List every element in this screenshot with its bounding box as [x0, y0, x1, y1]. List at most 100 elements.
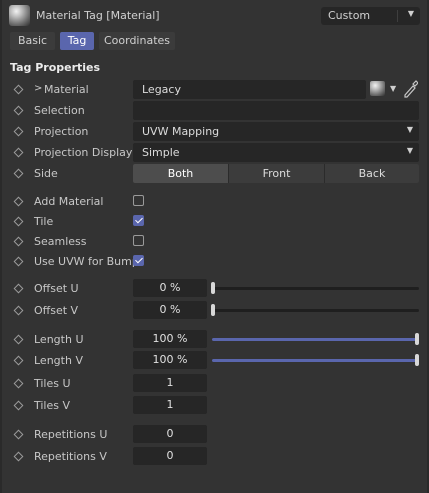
tiles-v-label: Tiles V	[34, 399, 71, 412]
mode-dropdown[interactable]: Custom ▼	[321, 7, 420, 25]
material-value: Legacy	[142, 83, 181, 96]
side-label: Side	[34, 167, 58, 180]
projection-display-dropdown[interactable]: Simple ▼	[133, 143, 419, 162]
tab-basic[interactable]: Basic	[10, 32, 55, 50]
length-v-slider-knob[interactable]	[415, 354, 419, 366]
keyframe-diamond-icon[interactable]	[13, 378, 24, 389]
chevron-down-icon: ▼	[406, 146, 413, 155]
panel-title: Material Tag [Material]	[36, 9, 160, 22]
keyframe-diamond-icon[interactable]	[13, 196, 24, 207]
offset-u-slider-track[interactable]	[212, 287, 419, 290]
tiles-u-label: Tiles U	[34, 377, 71, 390]
length-u-input[interactable]: 100 %	[133, 330, 207, 348]
mode-dropdown-value: Custom	[328, 9, 371, 22]
offset-v-slider-knob[interactable]	[211, 304, 215, 316]
keyframe-diamond-icon[interactable]	[13, 84, 24, 95]
keyframe-diamond-icon[interactable]	[13, 147, 24, 158]
length-u-row: Length U 100 %	[0, 330, 429, 350]
chevron-down-icon[interactable]: ▼	[390, 84, 396, 93]
side-segmented-control: Both Front Back	[133, 164, 419, 183]
length-u-slider-knob[interactable]	[415, 333, 419, 345]
tiles-u-input[interactable]: 1	[133, 374, 207, 392]
offset-u-slider-knob[interactable]	[211, 282, 215, 294]
chevron-down-icon: ▼	[406, 125, 413, 134]
tile-row: Tile	[0, 212, 429, 232]
slider-fill	[212, 338, 416, 341]
chevron-right-icon[interactable]: >	[34, 83, 42, 94]
seamless-row: Seamless	[0, 232, 429, 252]
add-material-checkbox[interactable]	[133, 195, 144, 206]
tile-label: Tile	[34, 215, 54, 228]
offset-v-row: Offset V 0 %	[0, 301, 429, 321]
side-option-back[interactable]: Back	[325, 164, 419, 183]
attribute-manager-panel: Material Tag [Material] Custom ▼ Basic T…	[0, 0, 429, 493]
keyframe-diamond-icon[interactable]	[13, 334, 24, 345]
add-material-label: Add Material	[34, 195, 104, 208]
keyframe-diamond-icon[interactable]	[13, 451, 24, 462]
keyframe-diamond-icon[interactable]	[13, 168, 24, 179]
selection-label: Selection	[34, 104, 85, 117]
keyframe-diamond-icon[interactable]	[13, 216, 24, 227]
offset-v-input[interactable]: 0 %	[133, 301, 207, 319]
projection-value: UVW Mapping	[142, 125, 220, 138]
keyframe-diamond-icon[interactable]	[13, 126, 24, 137]
material-preview-icon	[370, 81, 385, 96]
panel-header: Material Tag [Material] Custom ▼	[0, 0, 429, 30]
seamless-checkbox[interactable]	[133, 235, 144, 246]
material-label: Material	[44, 83, 89, 96]
offset-u-input[interactable]: 0 %	[133, 279, 207, 297]
repetitions-v-row: Repetitions V 0	[0, 447, 429, 467]
tiles-v-row: Tiles V 1	[0, 396, 429, 416]
projection-display-label: Projection Display	[34, 146, 133, 159]
material-link-field[interactable]: Legacy	[133, 80, 366, 99]
material-sphere-icon	[9, 5, 30, 26]
keyframe-diamond-icon[interactable]	[13, 355, 24, 366]
chevron-down-icon: ▼	[407, 9, 414, 18]
side-option-both[interactable]: Both	[133, 164, 228, 183]
offset-v-slider-track[interactable]	[212, 309, 419, 312]
tiles-u-row: Tiles U 1	[0, 374, 429, 394]
repetitions-u-input[interactable]: 0	[133, 425, 207, 443]
material-row: > Material Legacy ▼	[0, 80, 429, 100]
slider-fill	[212, 359, 416, 362]
projection-row: Projection UVW Mapping ▼	[0, 122, 429, 142]
projection-label: Projection	[34, 125, 89, 138]
tile-checkbox[interactable]	[133, 215, 144, 226]
add-material-row: Add Material	[0, 192, 429, 212]
keyframe-diamond-icon[interactable]	[13, 105, 24, 116]
eyedropper-icon[interactable]	[402, 80, 418, 98]
keyframe-diamond-icon[interactable]	[13, 429, 24, 440]
side-row: Side Both Front Back	[0, 164, 429, 184]
keyframe-diamond-icon[interactable]	[13, 256, 24, 267]
seamless-label: Seamless	[34, 235, 87, 248]
selection-row: Selection	[0, 101, 429, 121]
length-u-slider-track[interactable]	[212, 338, 419, 341]
length-u-label: Length U	[34, 333, 84, 346]
length-v-label: Length V	[34, 354, 83, 367]
keyframe-diamond-icon[interactable]	[13, 283, 24, 294]
tab-tag[interactable]: Tag	[60, 32, 94, 50]
offset-v-label: Offset V	[34, 304, 79, 317]
keyframe-diamond-icon[interactable]	[13, 400, 24, 411]
offset-u-label: Offset U	[34, 282, 79, 295]
repetitions-u-row: Repetitions U 0	[0, 425, 429, 445]
tiles-v-input[interactable]: 1	[133, 396, 207, 414]
length-v-input[interactable]: 100 %	[133, 351, 207, 369]
use-uvw-bump-checkbox[interactable]	[133, 255, 144, 266]
dropdown-separator	[397, 10, 398, 22]
projection-display-row: Projection Display Simple ▼	[0, 143, 429, 163]
side-option-front[interactable]: Front	[229, 164, 324, 183]
section-title: Tag Properties	[10, 61, 101, 74]
projection-display-value: Simple	[142, 146, 180, 159]
projection-dropdown[interactable]: UVW Mapping ▼	[133, 122, 419, 141]
tab-coordinates[interactable]: Coordinates	[99, 32, 175, 50]
offset-u-row: Offset U 0 %	[0, 279, 429, 299]
length-v-slider-track[interactable]	[212, 359, 419, 362]
repetitions-u-label: Repetitions U	[34, 428, 108, 441]
repetitions-v-input[interactable]: 0	[133, 447, 207, 465]
keyframe-diamond-icon[interactable]	[13, 236, 24, 247]
selection-input[interactable]	[133, 101, 419, 120]
use-uvw-bump-row: Use UVW for Bump	[0, 252, 429, 272]
repetitions-v-label: Repetitions V	[34, 450, 107, 463]
keyframe-diamond-icon[interactable]	[13, 305, 24, 316]
